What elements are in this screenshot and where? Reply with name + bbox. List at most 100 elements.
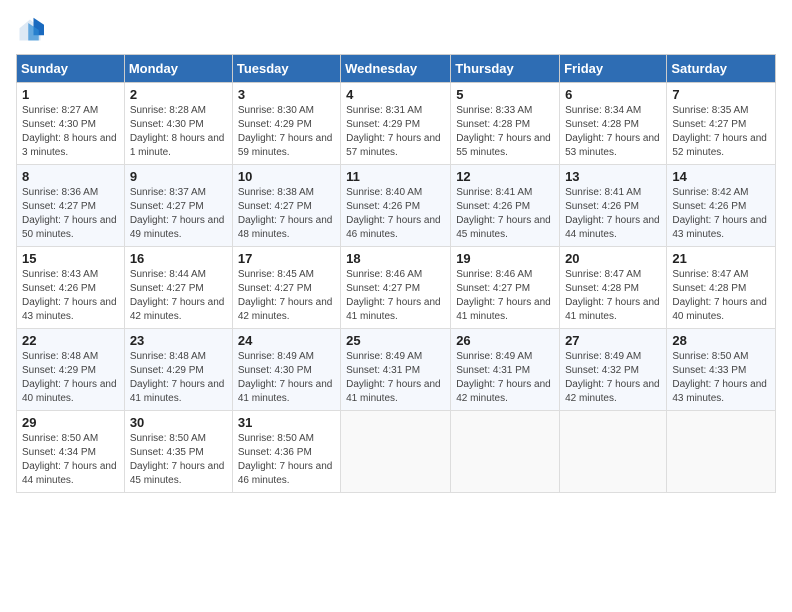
calendar-cell: 13 Sunrise: 8:41 AMSunset: 4:26 PMDayligh… xyxy=(560,165,667,247)
day-info: Sunrise: 8:48 AMSunset: 4:29 PMDaylight:… xyxy=(22,350,119,406)
day-number: 8 xyxy=(22,169,119,184)
day-info: Sunrise: 8:49 AMSunset: 4:32 PMDaylight:… xyxy=(565,350,661,406)
calendar-cell: 19 Sunrise: 8:46 AMSunset: 4:27 PMDayligh… xyxy=(451,247,560,329)
day-info: Sunrise: 8:41 AMSunset: 4:26 PMDaylight:… xyxy=(565,186,661,242)
day-number: 4 xyxy=(346,87,445,102)
day-number: 30 xyxy=(130,415,227,430)
day-info: Sunrise: 8:43 AMSunset: 4:26 PMDaylight:… xyxy=(22,268,119,324)
day-info: Sunrise: 8:47 AMSunset: 4:28 PMDaylight:… xyxy=(565,268,661,324)
day-info: Sunrise: 8:48 AMSunset: 4:29 PMDaylight:… xyxy=(130,350,227,406)
day-number: 13 xyxy=(565,169,661,184)
day-info: Sunrise: 8:45 AMSunset: 4:27 PMDaylight:… xyxy=(238,268,335,324)
calendar-cell xyxy=(341,411,451,493)
day-info: Sunrise: 8:47 AMSunset: 4:28 PMDaylight:… xyxy=(672,268,770,324)
calendar-cell: 6 Sunrise: 8:34 AMSunset: 4:28 PMDaylight… xyxy=(560,83,667,165)
calendar-cell: 28 Sunrise: 8:50 AMSunset: 4:33 PMDayligh… xyxy=(667,329,776,411)
calendar-cell: 7 Sunrise: 8:35 AMSunset: 4:27 PMDaylight… xyxy=(667,83,776,165)
day-number: 16 xyxy=(130,251,227,266)
day-number: 11 xyxy=(346,169,445,184)
calendar-cell xyxy=(560,411,667,493)
calendar-cell: 21 Sunrise: 8:47 AMSunset: 4:28 PMDayligh… xyxy=(667,247,776,329)
calendar-cell: 29 Sunrise: 8:50 AMSunset: 4:34 PMDayligh… xyxy=(17,411,125,493)
day-number: 10 xyxy=(238,169,335,184)
calendar-cell: 16Sunrise: 8:44 AMSunset: 4:27 PMDayligh… xyxy=(124,247,232,329)
calendar-header-wednesday: Wednesday xyxy=(341,55,451,83)
calendar-cell: 22Sunrise: 8:48 AMSunset: 4:29 PMDayligh… xyxy=(17,329,125,411)
day-number: 25 xyxy=(346,333,445,348)
day-info: Sunrise: 8:30 AMSunset: 4:29 PMDaylight:… xyxy=(238,104,335,160)
calendar-header-row: SundayMondayTuesdayWednesdayThursdayFrid… xyxy=(17,55,776,83)
day-info: Sunrise: 8:34 AMSunset: 4:28 PMDaylight:… xyxy=(565,104,661,160)
calendar-cell: 8 Sunrise: 8:36 AMSunset: 4:27 PMDaylight… xyxy=(17,165,125,247)
calendar-cell: 25 Sunrise: 8:49 AMSunset: 4:31 PMDayligh… xyxy=(341,329,451,411)
day-info: Sunrise: 8:50 AMSunset: 4:36 PMDaylight:… xyxy=(238,432,335,488)
day-info: Sunrise: 8:50 AMSunset: 4:33 PMDaylight:… xyxy=(672,350,770,406)
day-number: 28 xyxy=(672,333,770,348)
day-info: Sunrise: 8:49 AMSunset: 4:31 PMDaylight:… xyxy=(456,350,554,406)
calendar-body: 1 Sunrise: 8:27 AMSunset: 4:30 PMDaylight… xyxy=(17,83,776,493)
day-number: 19 xyxy=(456,251,554,266)
page-header xyxy=(16,16,776,44)
calendar-cell: 31 Sunrise: 8:50 AMSunset: 4:36 PMDayligh… xyxy=(232,411,340,493)
calendar-cell: 1 Sunrise: 8:27 AMSunset: 4:30 PMDaylight… xyxy=(17,83,125,165)
day-info: Sunrise: 8:50 AMSunset: 4:34 PMDaylight:… xyxy=(22,432,119,488)
calendar-cell: 27 Sunrise: 8:49 AMSunset: 4:32 PMDayligh… xyxy=(560,329,667,411)
day-number: 3 xyxy=(238,87,335,102)
calendar-week-4: 22Sunrise: 8:48 AMSunset: 4:29 PMDayligh… xyxy=(17,329,776,411)
day-info: Sunrise: 8:41 AMSunset: 4:26 PMDaylight:… xyxy=(456,186,554,242)
day-info: Sunrise: 8:40 AMSunset: 4:26 PMDaylight:… xyxy=(346,186,445,242)
day-info: Sunrise: 8:35 AMSunset: 4:27 PMDaylight:… xyxy=(672,104,770,160)
day-number: 23 xyxy=(130,333,227,348)
calendar-header-monday: Monday xyxy=(124,55,232,83)
day-number: 5 xyxy=(456,87,554,102)
day-number: 6 xyxy=(565,87,661,102)
calendar-cell: 17Sunrise: 8:45 AMSunset: 4:27 PMDayligh… xyxy=(232,247,340,329)
calendar-cell: 14Sunrise: 8:42 AMSunset: 4:26 PMDayligh… xyxy=(667,165,776,247)
day-number: 29 xyxy=(22,415,119,430)
day-number: 15 xyxy=(22,251,119,266)
calendar-cell: 5 Sunrise: 8:33 AMSunset: 4:28 PMDaylight… xyxy=(451,83,560,165)
day-info: Sunrise: 8:42 AMSunset: 4:26 PMDaylight:… xyxy=(672,186,770,242)
calendar-cell: 3 Sunrise: 8:30 AMSunset: 4:29 PMDaylight… xyxy=(232,83,340,165)
day-info: Sunrise: 8:49 AMSunset: 4:31 PMDaylight:… xyxy=(346,350,445,406)
day-info: Sunrise: 8:49 AMSunset: 4:30 PMDaylight:… xyxy=(238,350,335,406)
day-info: Sunrise: 8:37 AMSunset: 4:27 PMDaylight:… xyxy=(130,186,227,242)
calendar-cell: 26Sunrise: 8:49 AMSunset: 4:31 PMDayligh… xyxy=(451,329,560,411)
day-info: Sunrise: 8:31 AMSunset: 4:29 PMDaylight:… xyxy=(346,104,445,160)
calendar-week-2: 8 Sunrise: 8:36 AMSunset: 4:27 PMDaylight… xyxy=(17,165,776,247)
calendar-cell: 2Sunrise: 8:28 AMSunset: 4:30 PMDaylight… xyxy=(124,83,232,165)
calendar-cell: 18 Sunrise: 8:46 AMSunset: 4:27 PMDayligh… xyxy=(341,247,451,329)
calendar-header-saturday: Saturday xyxy=(667,55,776,83)
day-number: 7 xyxy=(672,87,770,102)
day-number: 31 xyxy=(238,415,335,430)
calendar-cell: 9 Sunrise: 8:37 AMSunset: 4:27 PMDaylight… xyxy=(124,165,232,247)
calendar-table: SundayMondayTuesdayWednesdayThursdayFrid… xyxy=(16,54,776,493)
day-info: Sunrise: 8:46 AMSunset: 4:27 PMDaylight:… xyxy=(456,268,554,324)
calendar-cell: 15 Sunrise: 8:43 AMSunset: 4:26 PMDayligh… xyxy=(17,247,125,329)
calendar-cell: 11 Sunrise: 8:40 AMSunset: 4:26 PMDayligh… xyxy=(341,165,451,247)
day-info: Sunrise: 8:27 AMSunset: 4:30 PMDaylight:… xyxy=(22,104,119,160)
logo-icon xyxy=(16,16,44,44)
day-number: 1 xyxy=(22,87,119,102)
day-info: Sunrise: 8:46 AMSunset: 4:27 PMDaylight:… xyxy=(346,268,445,324)
day-number: 9 xyxy=(130,169,227,184)
calendar-header-friday: Friday xyxy=(560,55,667,83)
calendar-cell: 23 Sunrise: 8:48 AMSunset: 4:29 PMDayligh… xyxy=(124,329,232,411)
logo xyxy=(16,16,48,44)
calendar-cell: 12 Sunrise: 8:41 AMSunset: 4:26 PMDayligh… xyxy=(451,165,560,247)
day-info: Sunrise: 8:33 AMSunset: 4:28 PMDaylight:… xyxy=(456,104,554,160)
calendar-cell: 20 Sunrise: 8:47 AMSunset: 4:28 PMDayligh… xyxy=(560,247,667,329)
day-number: 24 xyxy=(238,333,335,348)
day-info: Sunrise: 8:36 AMSunset: 4:27 PMDaylight:… xyxy=(22,186,119,242)
calendar-header-tuesday: Tuesday xyxy=(232,55,340,83)
calendar-week-1: 1 Sunrise: 8:27 AMSunset: 4:30 PMDaylight… xyxy=(17,83,776,165)
calendar-cell: 4 Sunrise: 8:31 AMSunset: 4:29 PMDaylight… xyxy=(341,83,451,165)
day-number: 21 xyxy=(672,251,770,266)
calendar-cell: 30Sunrise: 8:50 AMSunset: 4:35 PMDayligh… xyxy=(124,411,232,493)
day-number: 27 xyxy=(565,333,661,348)
calendar-header-sunday: Sunday xyxy=(17,55,125,83)
day-number: 18 xyxy=(346,251,445,266)
day-number: 12 xyxy=(456,169,554,184)
day-info: Sunrise: 8:38 AMSunset: 4:27 PMDaylight:… xyxy=(238,186,335,242)
day-number: 20 xyxy=(565,251,661,266)
